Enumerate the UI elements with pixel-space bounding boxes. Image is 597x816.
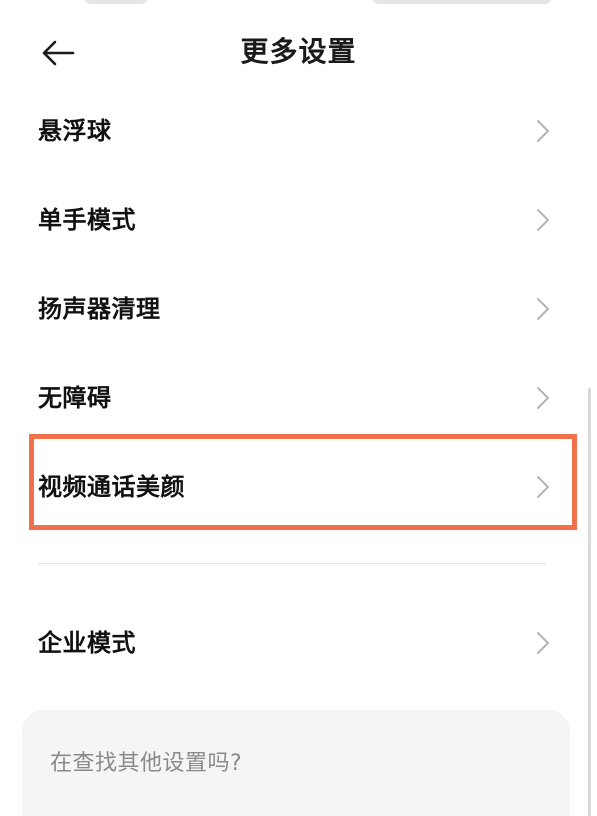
page-title: 更多设置 — [240, 35, 357, 68]
menu-item-one-handed-mode[interactable]: 单手模式 — [0, 182, 597, 258]
menu-item-floating-ball[interactable]: 悬浮球 — [0, 93, 597, 169]
chevron-right-icon — [537, 298, 549, 320]
search-prompt: 在查找其他设置吗? — [50, 751, 243, 776]
menu-item-label: 扬声器清理 — [38, 295, 161, 323]
menu-item-video-call-beauty[interactable]: 视频通话美颜 — [0, 449, 597, 525]
chevron-right-icon — [537, 632, 549, 654]
menu-item-label: 视频通话美颜 — [38, 473, 185, 501]
menu-item-enterprise-mode[interactable]: 企业模式 — [0, 605, 597, 681]
more-settings-screen: 更多设置 悬浮球 单手模式 扬声器清理 无障碍 视频通话美颜 企业模式 在查找其… — [0, 0, 597, 816]
scrollbar[interactable] — [588, 388, 591, 816]
menu-item-accessibility[interactable]: 无障碍 — [0, 360, 597, 436]
menu-item-label: 单手模式 — [38, 206, 136, 234]
header: 更多设置 — [0, 0, 597, 104]
search-other-settings-card[interactable]: 在查找其他设置吗? — [22, 710, 570, 816]
chevron-right-icon — [537, 209, 549, 231]
chevron-right-icon — [537, 120, 549, 142]
menu-item-label: 悬浮球 — [38, 117, 112, 145]
menu-item-label: 无障碍 — [38, 384, 112, 412]
chevron-right-icon — [537, 476, 549, 498]
menu-item-label: 企业模式 — [38, 629, 136, 657]
chevron-right-icon — [537, 387, 549, 409]
menu-item-speaker-cleaning[interactable]: 扬声器清理 — [0, 271, 597, 347]
section-divider — [38, 563, 546, 564]
